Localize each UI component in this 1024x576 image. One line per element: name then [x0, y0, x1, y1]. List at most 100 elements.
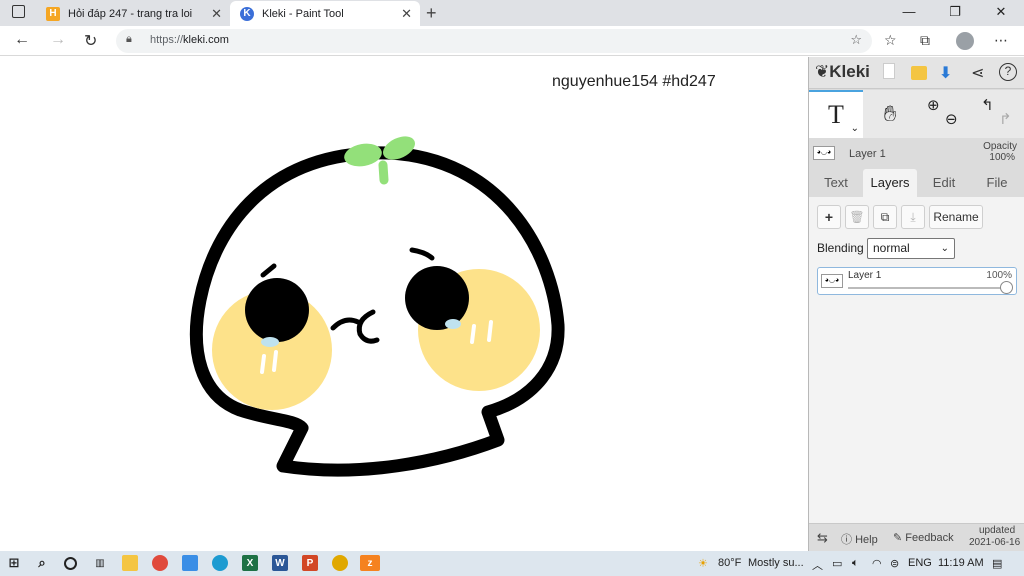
sprout-stem: [378, 160, 389, 185]
network-icon[interactable]: ⊜: [890, 557, 899, 570]
updated-label: updated: [979, 525, 1016, 536]
start-windows-icon[interactable]: ⊞: [6, 555, 22, 571]
more-menu-icon[interactable]: ⋯: [994, 32, 1008, 49]
tab-file[interactable]: File: [971, 169, 1023, 197]
zoom-controls: ⊕ ⊖: [917, 90, 971, 138]
layer-thumbnail: ◕◡◕: [821, 274, 843, 288]
open-folder-icon[interactable]: [911, 66, 927, 80]
merge-layer-button[interactable]: ⤓: [901, 205, 925, 229]
panel-footer: ⇆ ⓘ Help ✎ Feedback updated 2021-06-16: [809, 523, 1024, 551]
file-explorer-icon[interactable]: [122, 555, 138, 571]
left-eye: [245, 278, 309, 342]
new-tab-icon[interactable]: +: [426, 3, 437, 24]
monitor-icon[interactable]: [182, 555, 198, 571]
help-link[interactable]: ⓘ Help: [841, 531, 878, 547]
battery-icon[interactable]: ▭: [832, 557, 842, 570]
lock-icon[interactable]: 🔒︎: [126, 33, 132, 46]
share-icon[interactable]: ⋖: [971, 63, 984, 83]
tab-hoidap247[interactable]: H Hỏi đáp 247 - trang tra loi ✕: [36, 1, 230, 26]
download-icon[interactable]: ⬇: [939, 63, 952, 83]
layer-list-item[interactable]: ◕◡◕ Layer 1 100%: [817, 267, 1017, 295]
word-icon[interactable]: W: [272, 555, 288, 571]
tray-chevron-icon[interactable]: ︿: [812, 557, 823, 573]
blending-label: Blending: [817, 241, 864, 255]
chevron-down-icon: ⌄: [940, 243, 949, 254]
layer-opacity-track: [848, 287, 1008, 289]
favorites-icon[interactable]: ☆: [884, 32, 897, 49]
kleki-logo[interactable]: ❦Kleki: [815, 62, 870, 82]
delete-layer-button[interactable]: 🗑︎: [845, 205, 869, 229]
close-tab-icon[interactable]: ✕: [401, 6, 412, 22]
window-controls: — ❐ ✕: [886, 0, 1024, 26]
restore-icon[interactable]: ❐: [932, 0, 978, 26]
add-layer-button[interactable]: +: [817, 205, 841, 229]
tab-actions-icon[interactable]: [12, 5, 25, 18]
tool-row: T ⌄ ✋︎ ⊕ ⊖ ↰ ↱: [809, 90, 1024, 138]
cortana-icon[interactable]: [64, 557, 77, 570]
powerpoint-icon[interactable]: P: [302, 555, 318, 571]
duplicate-layer-button[interactable]: ⧉: [873, 205, 897, 229]
app-red-icon[interactable]: [152, 555, 168, 571]
swap-side-icon[interactable]: ⇆: [817, 530, 828, 546]
layer-item-name: Layer 1: [848, 270, 882, 281]
zoom-out-icon[interactable]: ⊖: [945, 110, 958, 128]
clock[interactable]: 11:19 AM: [938, 557, 984, 569]
undo-icon[interactable]: ↰: [981, 96, 994, 114]
volume-icon[interactable]: 🔈︎: [852, 557, 859, 570]
updated-date: 2021-06-16: [969, 537, 1021, 548]
canvas-watermark-text: nguyenhue154 #hd247: [552, 73, 716, 90]
text-tool-button[interactable]: T ⌄: [809, 90, 863, 138]
task-view-icon[interactable]: ▥: [92, 555, 108, 571]
close-tab-icon[interactable]: ✕: [211, 6, 222, 22]
tab-text[interactable]: Text: [811, 169, 861, 197]
wifi-icon[interactable]: ◠: [872, 557, 882, 570]
redo-icon[interactable]: ↱: [999, 110, 1012, 128]
weather-text[interactable]: Mostly su...: [748, 557, 804, 569]
weather-temp[interactable]: 80°F: [718, 557, 741, 569]
zalo-icon[interactable]: z: [360, 555, 380, 571]
kleki-panel: ❦Kleki ⬇ ⋖ ? T ⌄ ✋︎ ⊕ ⊖ ↰ ↱ ◕◡◕ Layer 1 …: [808, 57, 1024, 551]
kleki-favicon-icon: K: [240, 6, 254, 21]
close-window-icon[interactable]: ✕: [978, 0, 1024, 26]
drawing-canvas[interactable]: [0, 57, 808, 551]
hand-tool-button[interactable]: ✋︎: [863, 90, 917, 138]
hand-icon: ✋︎: [883, 101, 897, 126]
blending-select[interactable]: normal ⌄: [867, 238, 955, 259]
undo-redo-controls: ↰ ↱: [971, 90, 1024, 138]
weather-icon[interactable]: ☀: [698, 557, 708, 570]
chevron-down-icon[interactable]: ⌄: [851, 123, 859, 134]
collections-icon[interactable]: ⧉: [920, 32, 930, 49]
tab-edit[interactable]: Edit: [919, 169, 969, 197]
help-icon[interactable]: ?: [999, 63, 1017, 81]
url-field[interactable]: 🔒︎ https://kleki.com ☆: [116, 29, 872, 53]
profile-avatar-icon[interactable]: [956, 32, 974, 50]
reload-icon[interactable]: ↻: [84, 31, 97, 51]
zoom-in-icon[interactable]: ⊕: [927, 96, 940, 114]
layer-opacity-slider[interactable]: [1000, 281, 1013, 294]
new-image-icon[interactable]: [883, 63, 895, 79]
language-indicator[interactable]: ENG: [908, 557, 932, 569]
tab-layers[interactable]: Layers: [863, 169, 917, 197]
search-icon[interactable]: ⌕: [34, 555, 50, 571]
panel-tabs: Text Layers Edit File: [809, 169, 1024, 197]
excel-icon[interactable]: X: [242, 555, 258, 571]
right-eye: [405, 266, 469, 330]
feedback-link[interactable]: ✎ Feedback: [893, 531, 954, 544]
notifications-icon[interactable]: ▤: [992, 557, 1002, 570]
address-bar-row: ← → ↻ 🔒︎ https://kleki.com ☆ ☆ ⧉ ⋯: [0, 26, 1024, 56]
tab-title: Hỏi đáp 247 - trang tra loi: [68, 7, 193, 20]
blending-value: normal: [873, 241, 910, 255]
tab-kleki[interactable]: K Kleki - Paint Tool ✕: [230, 1, 420, 26]
minimize-icon[interactable]: —: [886, 0, 932, 26]
forward-icon[interactable]: →: [50, 31, 66, 49]
tab-title: Kleki - Paint Tool: [262, 7, 344, 20]
favorite-star-icon[interactable]: ☆: [850, 32, 862, 48]
back-icon[interactable]: ←: [14, 31, 30, 49]
hoidap-favicon-icon: H: [46, 6, 60, 21]
current-layer-name: Layer 1: [849, 148, 886, 160]
chrome-icon[interactable]: [332, 555, 348, 571]
right-tear: [445, 319, 461, 329]
left-tear: [261, 337, 279, 347]
rename-button[interactable]: Rename: [929, 205, 983, 229]
edge-icon[interactable]: [212, 555, 228, 571]
